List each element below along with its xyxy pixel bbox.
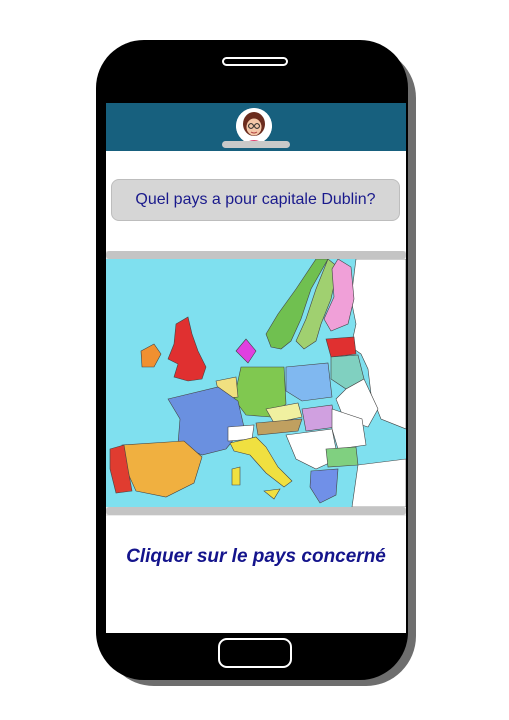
map-bottom-bar [106,507,406,515]
country-hungary[interactable] [301,404,337,432]
country-baltics[interactable] [325,336,357,358]
country-sardinia[interactable] [231,466,241,486]
avatar-underline [222,141,290,148]
country-poland[interactable] [285,362,333,402]
avatar-icon [236,108,272,144]
question-text: Quel pays a pour capitale Dublin? [135,191,376,208]
avatar[interactable] [236,108,272,144]
app-header [106,103,406,151]
phone-screen: Quel pays a pour capitale Dublin? Clique… [106,103,406,633]
map-top-bar [106,251,406,259]
phone-speaker [222,57,288,66]
instruction-text: Cliquer sur le pays concerné [126,546,386,567]
country-bulgaria[interactable] [325,446,359,468]
question-box: Quel pays a pour capitale Dublin? [111,179,400,221]
europe-map[interactable] [106,259,406,507]
country-turkey[interactable] [351,458,406,507]
map-panel [106,251,406,516]
home-button[interactable] [218,638,292,668]
